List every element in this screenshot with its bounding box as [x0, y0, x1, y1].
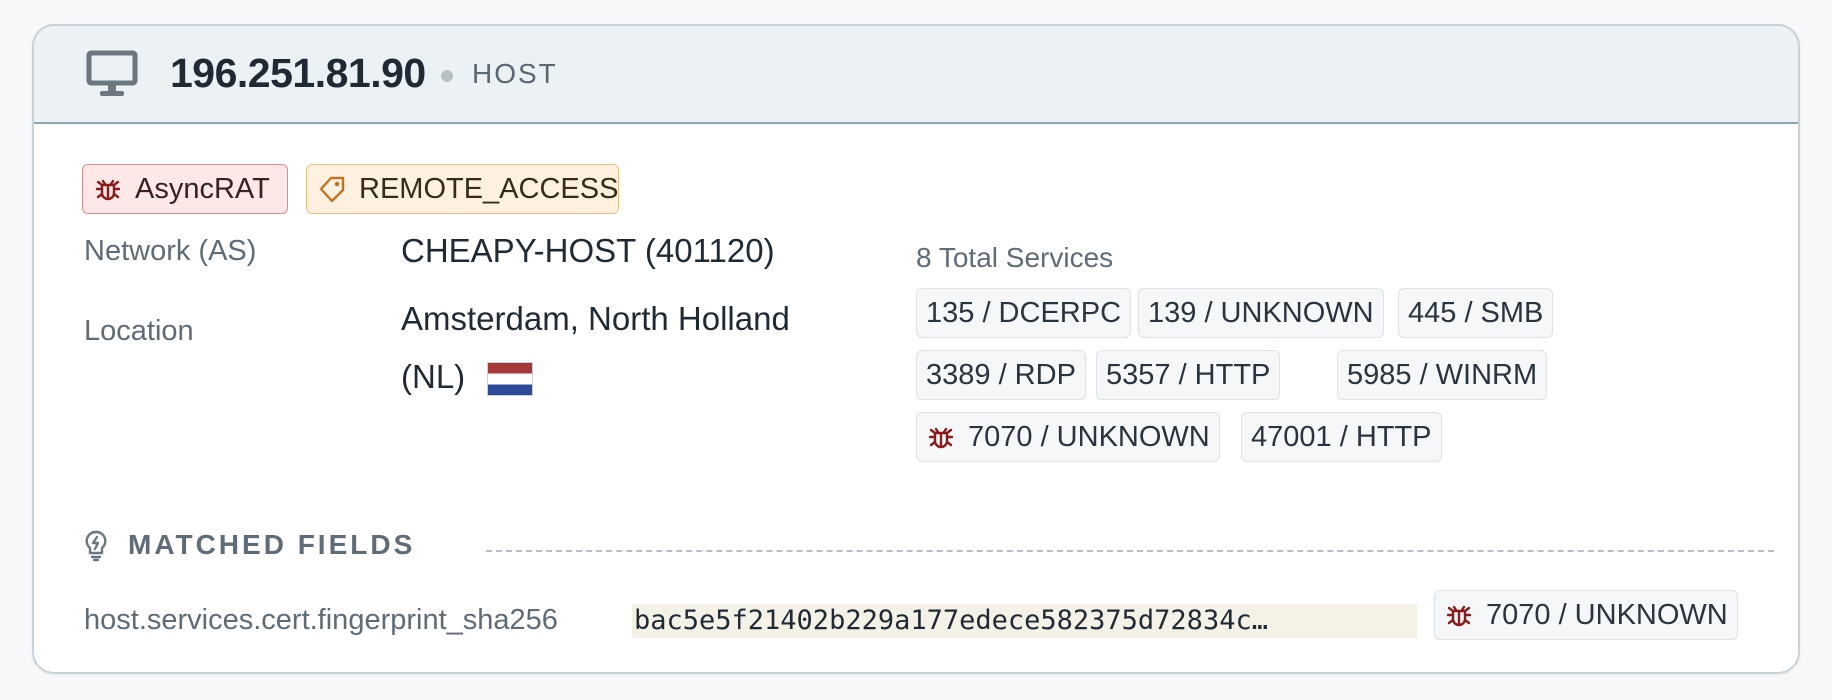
services-count: 8 Total Services	[916, 242, 1114, 273]
host-ip[interactable]: 196.251.81.90	[170, 50, 426, 97]
tag-icon	[319, 176, 345, 203]
card-header: 196.251.81.90 HOST	[34, 26, 1798, 124]
matched-fields-header: MATCHED FIELDS	[84, 526, 1774, 570]
service-chip-label: 445 / SMB	[1408, 296, 1544, 329]
matched-service-chip[interactable]: 7070 / UNKNOWN	[1434, 590, 1738, 640]
matched-field-value[interactable]: bac5e5f21402b229a177edece582375d72834c…	[632, 604, 1417, 638]
matched-field-name: host.services.cert.fingerprint_sha256	[84, 604, 558, 636]
service-chip-flagged[interactable]: 7070 / UNKNOWN	[916, 412, 1220, 462]
bug-icon	[928, 427, 954, 449]
monitor-icon	[86, 50, 138, 96]
service-chip[interactable]: 3389 / RDP	[916, 350, 1086, 400]
service-chip[interactable]: 47001 / HTTP	[1241, 412, 1442, 462]
service-chip-label: 7070 / UNKNOWN	[968, 420, 1210, 453]
network-value[interactable]: CHEAPY-HOST (401120)	[401, 222, 775, 280]
service-chip[interactable]: 445 / SMB	[1398, 288, 1554, 338]
service-chip[interactable]: 5357 / HTTP	[1096, 350, 1281, 400]
divider	[486, 550, 1774, 552]
service-chip[interactable]: 5985 / WINRM	[1337, 350, 1548, 400]
malware-tag-label: AsyncRAT	[135, 172, 270, 205]
service-chip[interactable]: 135 / DCERPC	[916, 288, 1132, 338]
service-chip-label: 139 / UNKNOWN	[1148, 296, 1374, 329]
category-tag-label: REMOTE_ACCESS	[359, 172, 619, 205]
location-value: Amsterdam, North Holland (NL)	[401, 290, 790, 406]
nl-flag-icon	[487, 362, 534, 397]
service-chip-label: 3389 / RDP	[926, 358, 1076, 391]
location-country-code: (NL)	[401, 358, 466, 395]
matched-service-label: 7070 / UNKNOWN	[1486, 598, 1728, 631]
network-label: Network (AS)	[84, 235, 257, 267]
malware-tag[interactable]: AsyncRAT	[82, 164, 288, 214]
lightbulb-icon	[85, 530, 107, 562]
host-kind: HOST	[472, 58, 558, 89]
location-label: Location	[84, 315, 194, 347]
bug-icon	[95, 179, 121, 201]
category-tag[interactable]: REMOTE_ACCESS	[306, 164, 619, 214]
service-chip[interactable]: 139 / UNKNOWN	[1138, 288, 1384, 338]
service-chip-label: 5357 / HTTP	[1106, 358, 1271, 391]
host-card: 196.251.81.90 HOST AsyncRAT REMOTE_ACCES…	[32, 24, 1800, 674]
location-city: Amsterdam, North Holland	[401, 300, 790, 337]
service-chip-label: 47001 / HTTP	[1251, 420, 1432, 453]
location-country: (NL)	[401, 348, 790, 406]
service-chip-label: 5985 / WINRM	[1347, 358, 1538, 391]
matched-fields-title: MATCHED FIELDS	[128, 529, 416, 560]
service-chip-label: 135 / DCERPC	[926, 296, 1122, 329]
separator-dot	[441, 70, 453, 82]
bug-icon	[1446, 605, 1472, 627]
